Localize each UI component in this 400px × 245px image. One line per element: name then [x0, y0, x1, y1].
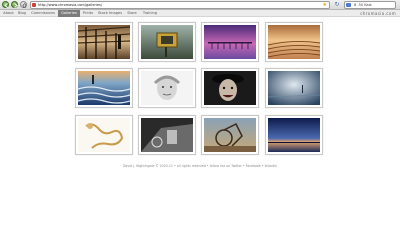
bookmark-star-icon[interactable]: ★ — [323, 2, 327, 8]
beach-sign-thumbnail — [141, 25, 193, 59]
bicycle-sculpture-gallery[interactable] — [201, 115, 259, 155]
urban-mono-gallery[interactable] — [138, 115, 196, 155]
address-bar[interactable]: http://www.chromasia.com/galleries/ ★ — [30, 1, 330, 9]
site-favicon-icon — [32, 3, 36, 7]
lighthouse-waves-gallery[interactable] — [75, 68, 133, 108]
pier-wreck-gallery[interactable] — [75, 22, 133, 62]
nav-item-prints[interactable]: Prints — [81, 10, 95, 17]
purple-pier-thumbnail — [204, 25, 256, 59]
search-box-text: В .50 Kast — [354, 3, 372, 7]
site-logo[interactable]: chromasia.com — [360, 10, 396, 17]
child-portrait-thumbnail — [141, 71, 193, 105]
back-button[interactable] — [2, 1, 9, 8]
back-arrow-icon — [4, 3, 8, 8]
nav-item-commissions[interactable]: Commissions — [29, 10, 57, 17]
beach-sign-gallery[interactable] — [138, 22, 196, 62]
woman-portrait-thumbnail — [204, 71, 256, 105]
pier-wreck-thumbnail — [78, 25, 130, 59]
nav-item-galleries[interactable]: Galleries — [58, 10, 80, 17]
blue-dusk-gallery[interactable] — [265, 115, 323, 155]
woman-portrait-gallery[interactable] — [201, 68, 259, 108]
reload-button[interactable]: ↻ — [333, 1, 341, 9]
browser-window: http://www.chromasia.com/galleries/ ★ ↻ … — [0, 0, 400, 245]
site-footer: David J. Nightingale © 2003-11 • all rig… — [122, 164, 278, 168]
address-bar-url: http://www.chromasia.com/galleries/ — [38, 3, 103, 7]
figure-sketch-gallery[interactable] — [75, 115, 133, 155]
search-box[interactable]: В .50 Kast — [344, 1, 396, 9]
figure-sketch-thumbnail — [78, 118, 130, 152]
forward-button[interactable] — [11, 1, 18, 8]
site-navigation: About Blog Commissions Galleries Prints … — [0, 10, 400, 17]
blue-dusk-thumbnail — [268, 118, 320, 152]
misty-seascape-gallery[interactable] — [265, 68, 323, 108]
bicycle-sculpture-thumbnail — [204, 118, 256, 152]
sand-ripples-thumbnail — [268, 25, 320, 59]
child-portrait-gallery[interactable] — [138, 68, 196, 108]
search-engine-icon[interactable] — [346, 3, 351, 7]
urban-mono-thumbnail — [141, 118, 193, 152]
lighthouse-waves-thumbnail — [78, 71, 130, 105]
nav-item-training[interactable]: Training — [140, 10, 160, 17]
browser-toolbar: http://www.chromasia.com/galleries/ ★ ↻ … — [0, 0, 400, 10]
home-icon — [22, 3, 27, 8]
nav-item-about[interactable]: About — [2, 10, 15, 17]
sand-ripples-gallery[interactable] — [265, 22, 323, 62]
home-button[interactable] — [20, 1, 27, 8]
nav-item-blog[interactable]: Blog — [16, 10, 28, 17]
forward-arrow-icon — [14, 3, 18, 8]
misty-seascape-thumbnail — [268, 71, 320, 105]
purple-pier-gallery[interactable] — [201, 22, 259, 62]
nav-item-store[interactable]: Store — [125, 10, 139, 17]
nav-item-stock-images[interactable]: Stock Images — [96, 10, 124, 17]
reload-icon: ↻ — [334, 1, 340, 8]
